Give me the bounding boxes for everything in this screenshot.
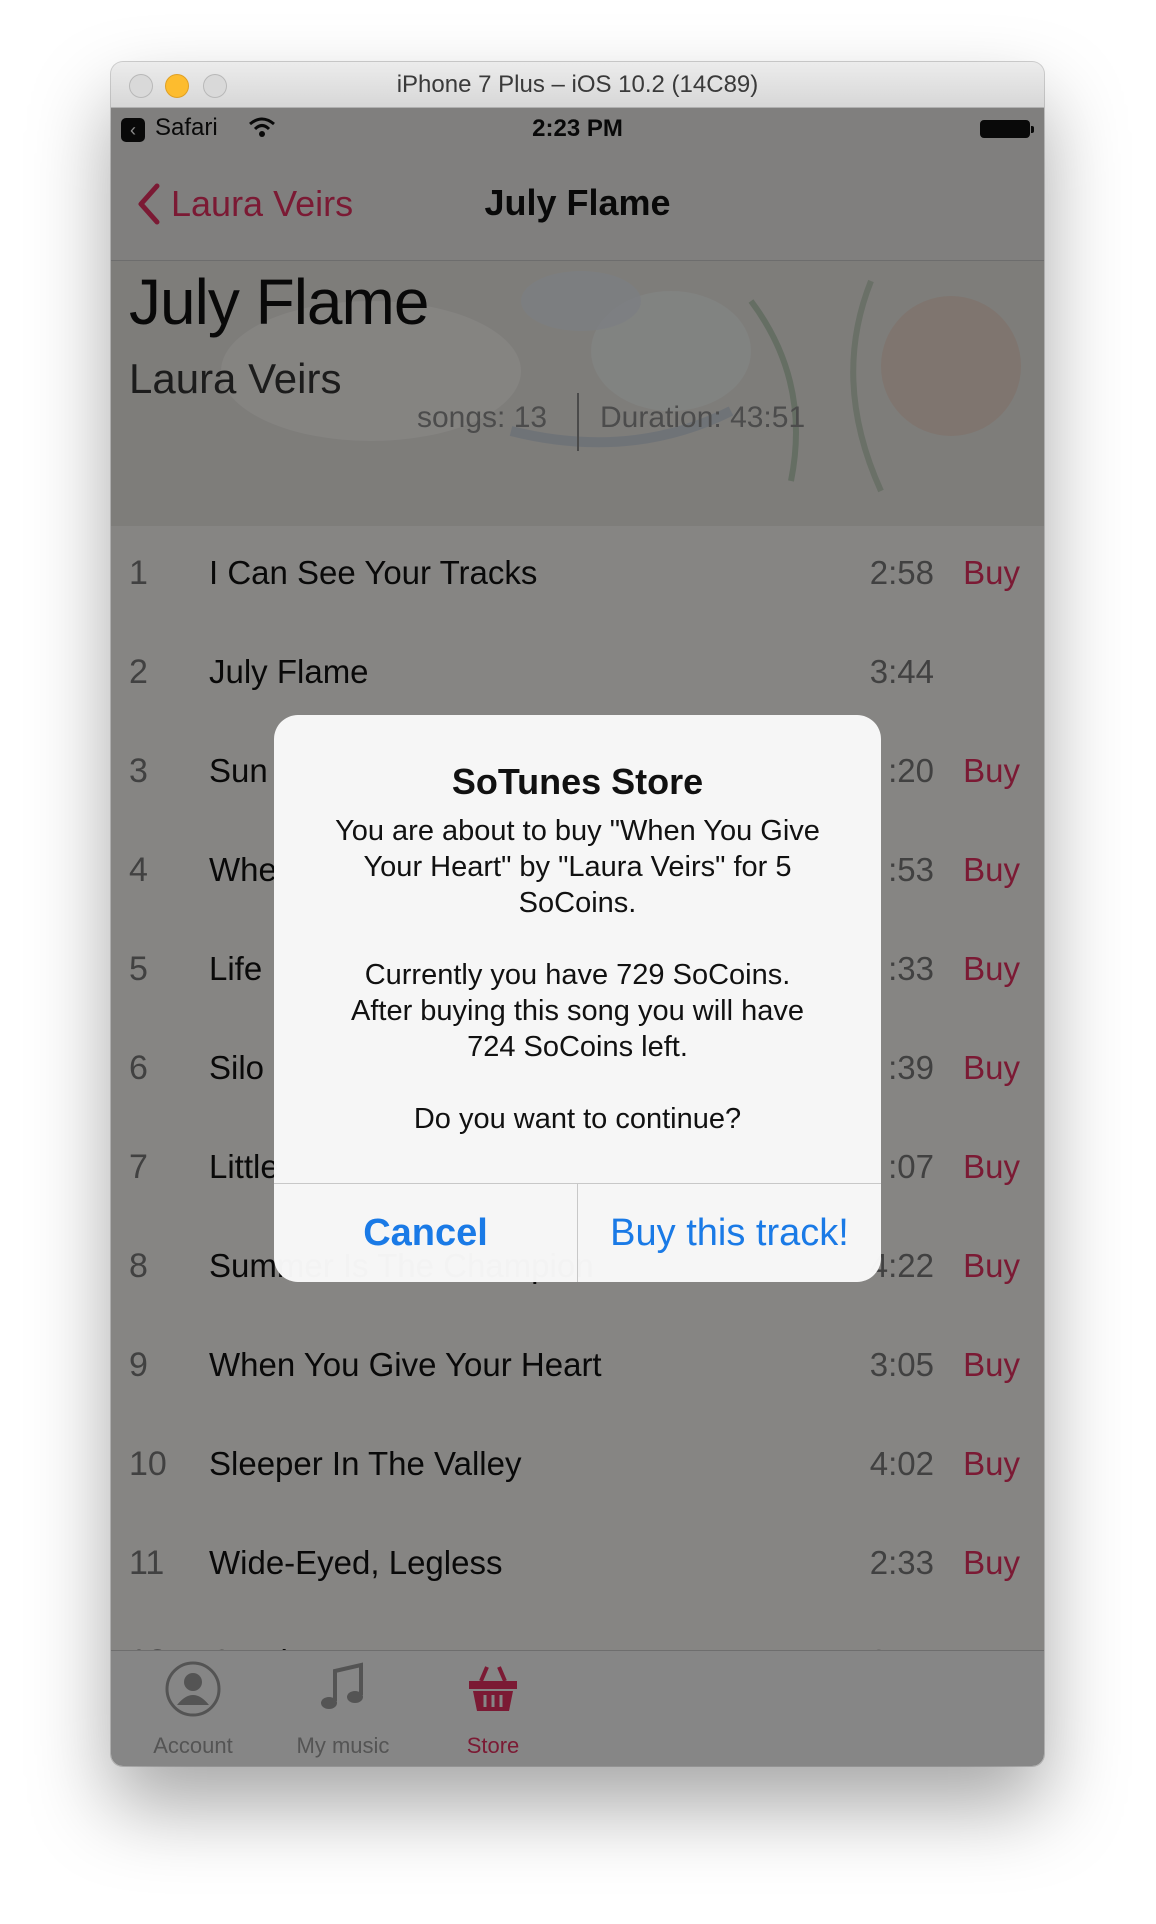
alert-message: You are about to buy "When You Give Your… [335, 815, 820, 1135]
buy-track-button[interactable]: Buy this track! [578, 1184, 881, 1282]
window-title: iPhone 7 Plus – iOS 10.2 (14C89) [396, 71, 759, 98]
cancel-button[interactable]: Cancel [274, 1184, 577, 1282]
simulator-window: iPhone 7 Plus – iOS 10.2 (14C89) ‹ Safar… [111, 62, 1044, 1766]
purchase-alert: SoTunes Store You are about to buy "When… [274, 715, 881, 1282]
alert-title: SoTunes Store [451, 761, 704, 802]
window-titlebar: iPhone 7 Plus – iOS 10.2 (14C89) [111, 62, 1044, 108]
phone-screen: ‹ Safari 2:23 PM Laura Veirs July Flame [111, 108, 1044, 1766]
